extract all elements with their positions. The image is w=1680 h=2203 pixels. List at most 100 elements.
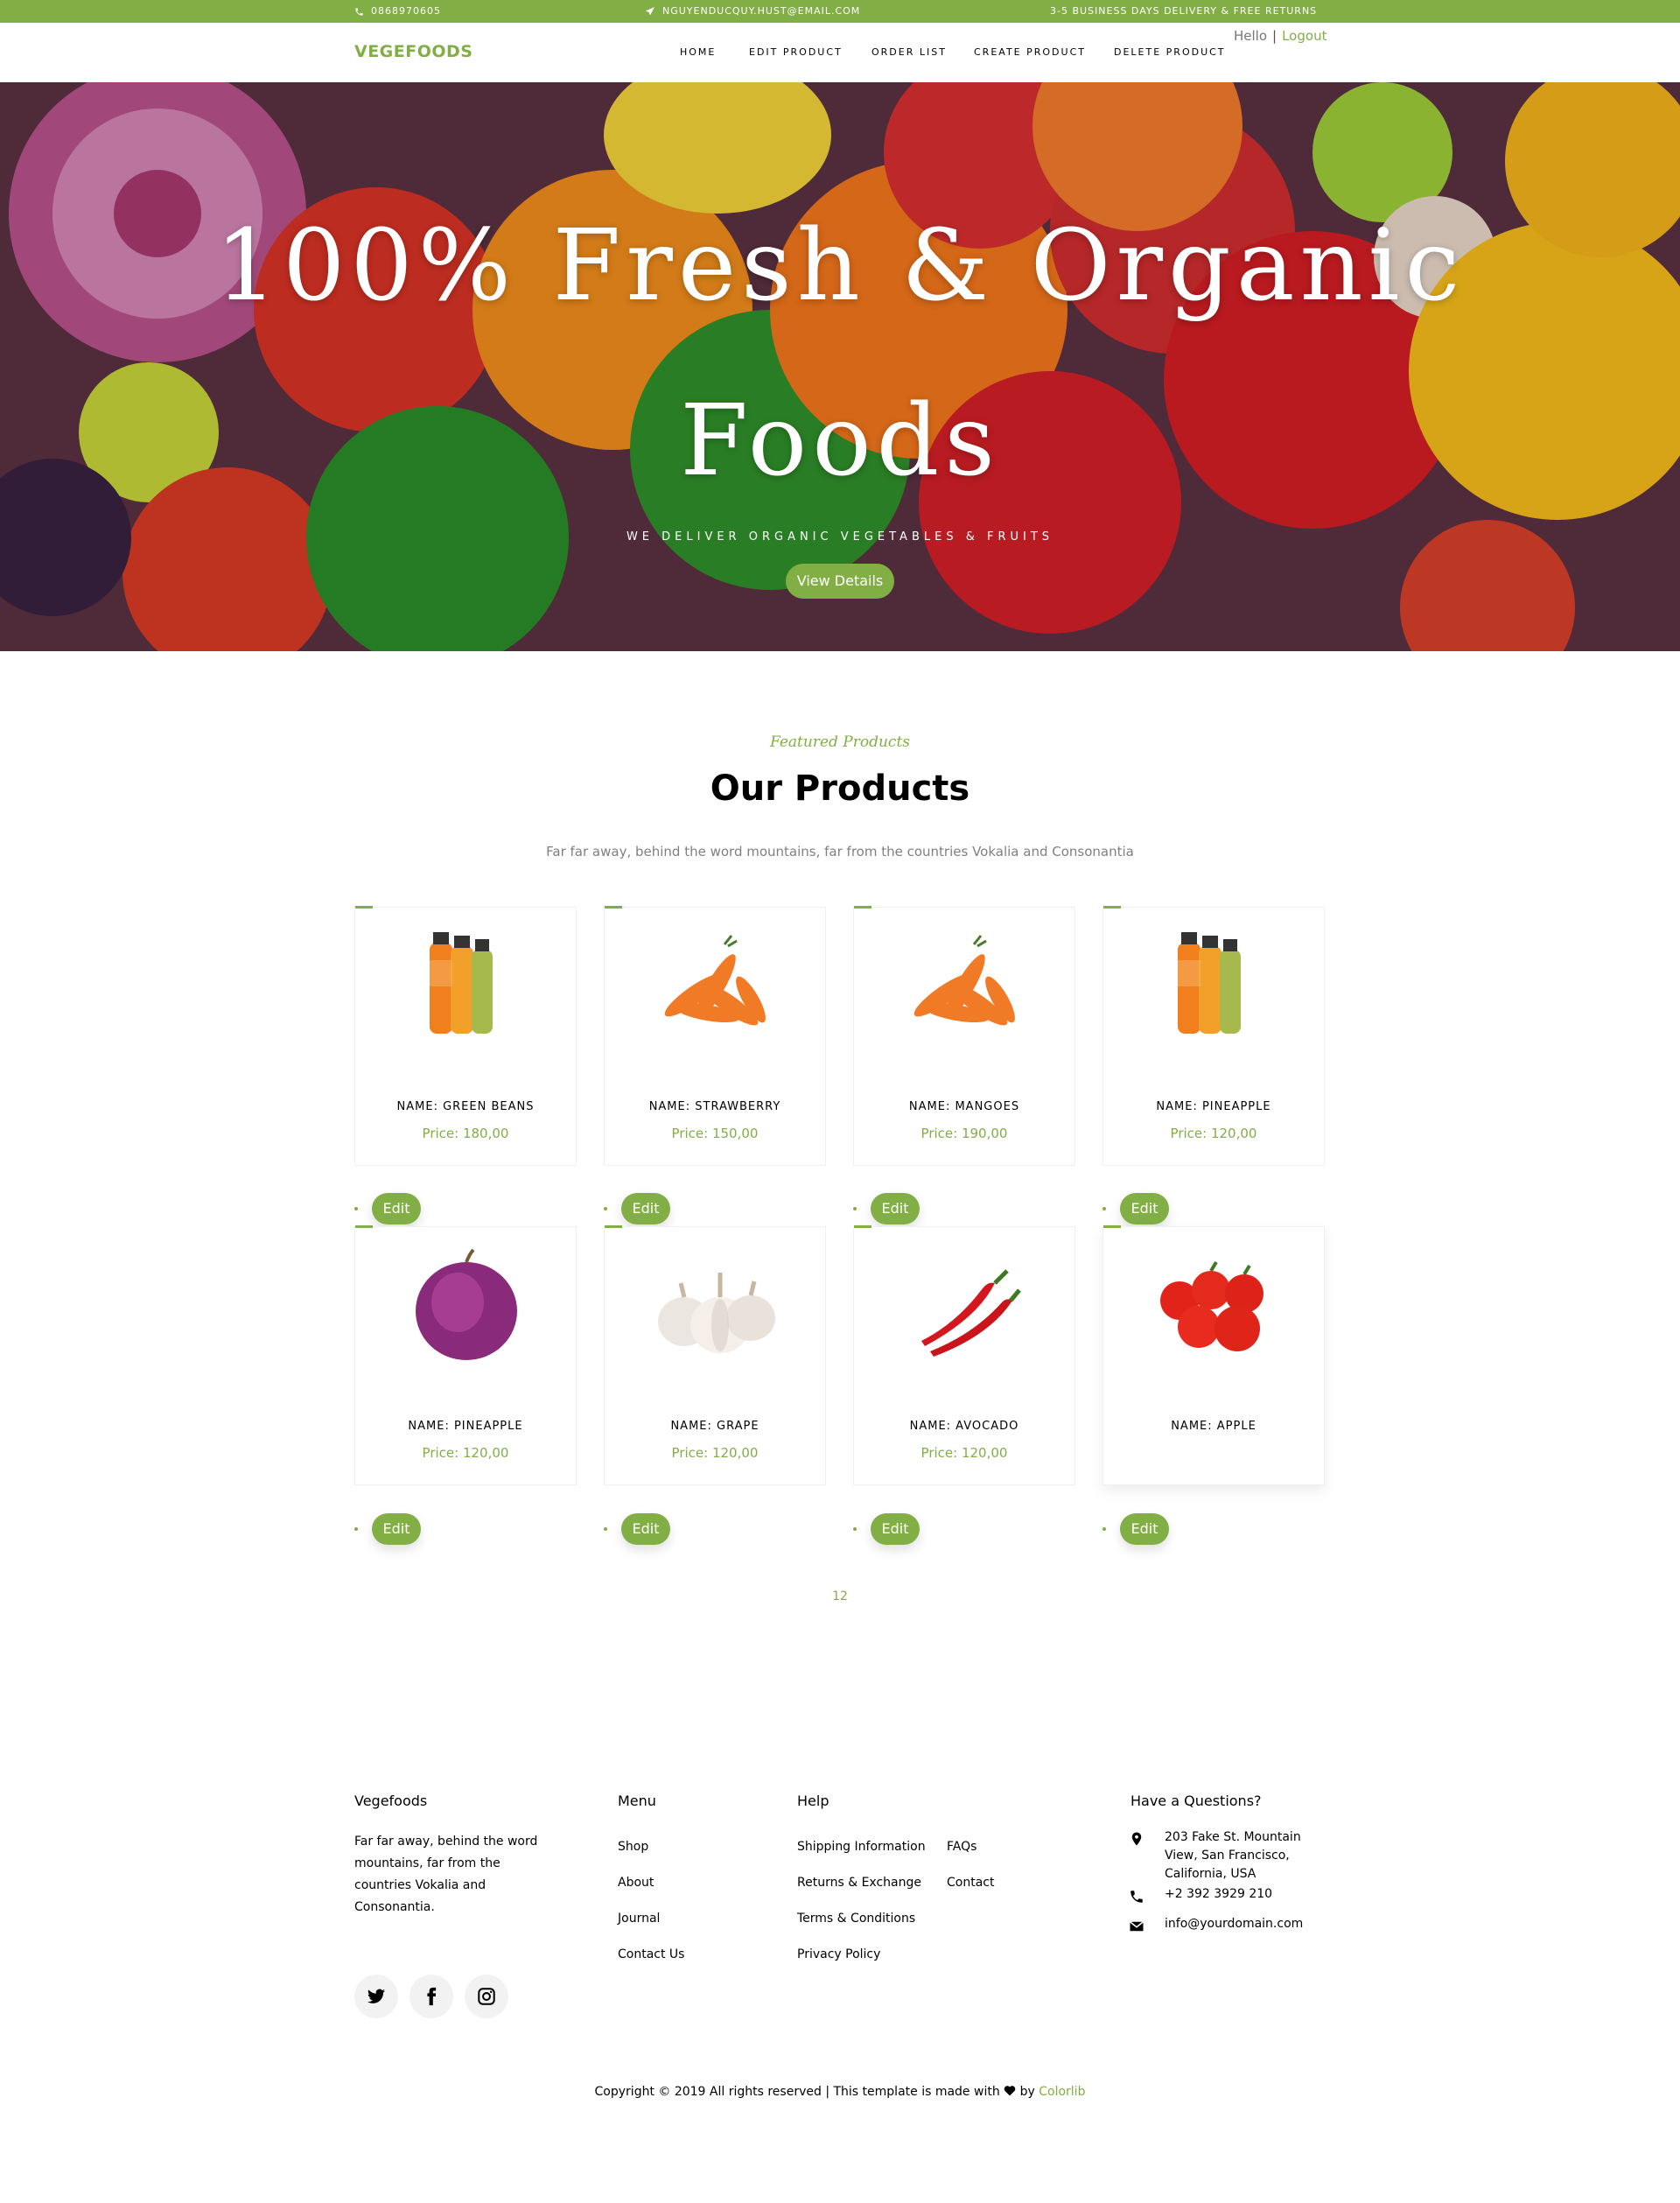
bullet-dot — [354, 1527, 358, 1531]
footer-link-contact-us[interactable]: Contact Us — [618, 1947, 684, 1961]
footer-phone[interactable]: +2 392 3929 210 — [1165, 1887, 1272, 1901]
edit-button[interactable]: Edit — [621, 1513, 670, 1545]
product-price: Price: 120,00 — [1170, 1126, 1257, 1141]
facebook-icon — [427, 1987, 437, 2006]
garlic-image — [658, 1273, 775, 1353]
product-card[interactable]: NAME: MANGOES Price: 190,00 — [853, 906, 1075, 1166]
card-accent — [1103, 1225, 1121, 1228]
product-price: Price: 120,00 — [671, 1445, 759, 1461]
pagination[interactable]: 12 — [0, 1589, 1680, 1603]
nav-delete-product[interactable]: DELETE PRODUCT — [1114, 46, 1226, 58]
copyright: Copyright © 2019 All rights reserved | T… — [0, 2085, 1680, 2099]
footer-link-shipping[interactable]: Shipping Information — [797, 1840, 926, 1854]
nav-edit-product[interactable]: EDIT PRODUCT — [749, 46, 843, 58]
product-name: NAME: GRAPE — [670, 1420, 760, 1433]
user-menu: Hello | Logout — [1234, 28, 1326, 44]
hero-title-line2: Foods — [680, 384, 1000, 498]
product-name: NAME: AVOCADO — [909, 1420, 1019, 1433]
nav-order-list[interactable]: ORDER LIST — [872, 46, 947, 58]
product-price: Price: 120,00 — [920, 1445, 1008, 1461]
navbar: VEGEFOODS HOME EDIT PRODUCT ORDER LIST C… — [0, 23, 1680, 82]
product-name: NAME: PINEAPPLE — [408, 1420, 523, 1433]
section-description: Far far away, behind the word mountains,… — [546, 844, 1134, 859]
bullet-dot — [1102, 1207, 1106, 1210]
product-card[interactable]: NAME: GRAPE Price: 120,00 — [604, 1225, 826, 1485]
topbar-phone-text: 0868970605 — [371, 5, 441, 17]
product-name: NAME: GREEN BEANS — [396, 1100, 535, 1113]
topbar-phone: 0868970605 — [354, 0, 441, 23]
carrots-image — [914, 935, 1015, 1026]
hero-banner: 100% Fresh & Organic Foods WE DELIVER OR… — [0, 82, 1680, 651]
nav-home[interactable]: HOME — [680, 46, 716, 58]
card-accent — [605, 1225, 622, 1228]
juice-bottles-image — [430, 932, 493, 1034]
juice-bottles-image — [1178, 932, 1241, 1034]
footer-email[interactable]: info@yourdomain.com — [1165, 1917, 1303, 1931]
card-accent — [355, 906, 373, 909]
footer-link-journal[interactable]: Journal — [618, 1912, 660, 1926]
bullet-dot — [1102, 1527, 1106, 1531]
bullet-dot — [354, 1207, 358, 1210]
footer-about-title: Vegefoods — [354, 1793, 428, 1809]
product-card[interactable]: NAME: STRAWBERRY Price: 150,00 — [604, 906, 826, 1166]
twitter-button[interactable] — [354, 1975, 398, 2018]
bullet-dot — [604, 1527, 607, 1531]
footer-menu-title: Menu — [618, 1793, 656, 1809]
product-card[interactable]: NAME: PINEAPPLE Price: 120,00 — [354, 1225, 577, 1485]
envelope-icon — [1130, 1921, 1144, 1932]
card-accent — [355, 1225, 373, 1228]
chili-peppers-image — [921, 1269, 1021, 1357]
edit-button[interactable]: Edit — [871, 1513, 920, 1545]
logout-link[interactable]: Logout — [1282, 28, 1326, 44]
footer-link-privacy[interactable]: Privacy Policy — [797, 1947, 880, 1961]
footer-link-shop[interactable]: Shop — [618, 1840, 648, 1854]
product-card[interactable]: NAME: APPLE — [1102, 1225, 1325, 1485]
edit-button[interactable]: Edit — [871, 1193, 920, 1224]
colorlib-link[interactable]: Colorlib — [1039, 2085, 1085, 2099]
product-name: NAME: STRAWBERRY — [648, 1100, 781, 1113]
footer-link-returns[interactable]: Returns & Exchange — [797, 1876, 921, 1890]
footer-link-faqs[interactable]: FAQs — [947, 1840, 976, 1854]
topbar-email-text: NGUYENDUCQUY.HUST@EMAIL.COM — [662, 5, 861, 17]
product-name: NAME: PINEAPPLE — [1156, 1100, 1271, 1113]
footer-link-terms[interactable]: Terms & Conditions — [797, 1912, 915, 1926]
edit-button[interactable]: Edit — [372, 1513, 421, 1545]
section-title: Our Products — [710, 768, 970, 809]
instagram-icon — [478, 1988, 495, 2005]
card-accent — [854, 906, 872, 909]
product-name: NAME: MANGOES — [908, 1100, 1020, 1113]
facebook-button[interactable] — [410, 1975, 453, 2018]
topbar-shipping-text: 3-5 BUSINESS DAYS DELIVERY & FREE RETURN… — [1050, 5, 1318, 17]
footer-address: 203 Fake St. Mountain View, San Francisc… — [1165, 1830, 1301, 1881]
nav-create-product[interactable]: CREATE PRODUCT — [974, 46, 1086, 58]
topbar-shipping: 3-5 BUSINESS DAYS DELIVERY & FREE RETURN… — [1050, 0, 1317, 23]
product-price: Price: 190,00 — [920, 1126, 1008, 1141]
product-price: Price: 150,00 — [671, 1126, 759, 1141]
product-price: Price: 180,00 — [422, 1126, 509, 1141]
hero-title: 100% Fresh & Organic Foods — [0, 179, 1680, 529]
product-price: Price: 120,00 — [422, 1445, 509, 1461]
top-info-bar: 0868970605 NGUYENDUCQUY.HUST@EMAIL.COM 3… — [0, 0, 1680, 23]
product-card[interactable]: NAME: GREEN BEANS Price: 180,00 — [354, 906, 577, 1166]
view-details-button[interactable]: View Details — [786, 564, 894, 599]
user-greeting: Hello — [1234, 28, 1268, 44]
footer-link-about[interactable]: About — [618, 1876, 654, 1890]
brand-logo[interactable]: VEGEFOODS — [354, 42, 473, 61]
edit-button[interactable]: Edit — [372, 1193, 421, 1224]
edit-button[interactable]: Edit — [1120, 1193, 1169, 1224]
carrots-image — [664, 935, 766, 1026]
bullet-dot — [853, 1527, 857, 1531]
map-pin-icon — [1131, 1832, 1142, 1846]
topbar-email: NGUYENDUCQUY.HUST@EMAIL.COM — [645, 0, 860, 23]
edit-button[interactable]: Edit — [621, 1193, 670, 1224]
product-card[interactable]: NAME: AVOCADO Price: 120,00 — [853, 1225, 1075, 1485]
footer-link-contact[interactable]: Contact — [947, 1876, 994, 1890]
phone-icon — [355, 7, 363, 16]
hero-title-line1: 100% Fresh & Organic — [214, 209, 1466, 323]
paper-plane-icon — [646, 7, 654, 16]
edit-button[interactable]: Edit — [1120, 1513, 1169, 1545]
product-card[interactable]: NAME: PINEAPPLE Price: 120,00 — [1102, 906, 1325, 1166]
instagram-button[interactable] — [465, 1975, 508, 2018]
section-kicker: Featured Products — [769, 733, 911, 751]
tomatoes-image — [1160, 1260, 1264, 1351]
